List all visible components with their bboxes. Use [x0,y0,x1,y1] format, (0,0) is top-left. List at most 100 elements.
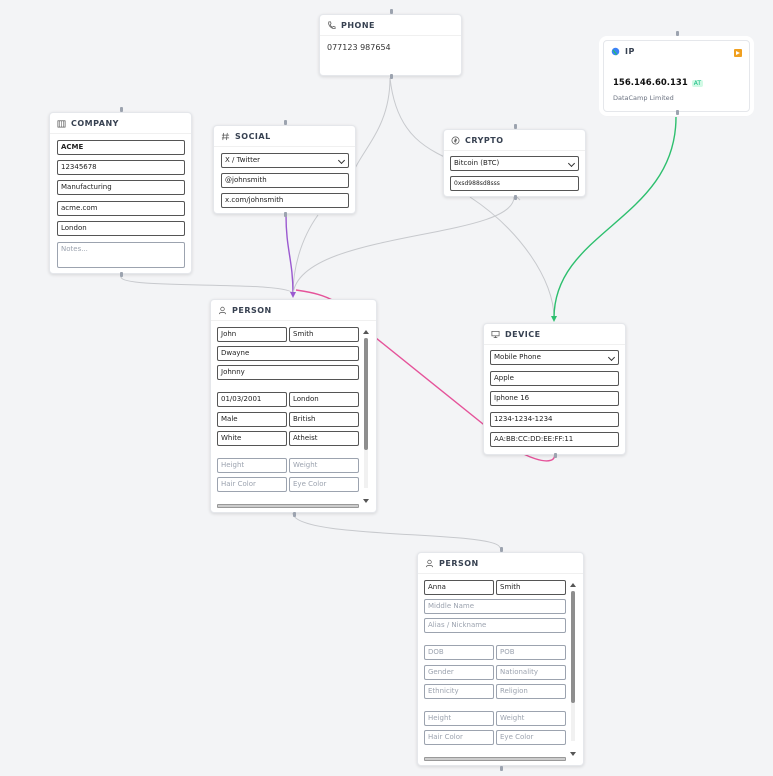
crypto-address-field[interactable]: 0xsd988sd8sss [450,176,579,191]
person1-middle-field[interactable]: Dwayne [217,346,359,361]
globe-icon [611,47,620,55]
edge-company-person [120,276,294,295]
phone-handle-top[interactable] [390,9,393,14]
device-mac-field[interactable]: AA:BB:CC:DD:EE:FF:11 [490,432,619,447]
person1-weight-field[interactable]: Weight [289,458,359,473]
person2-first-field[interactable]: Anna [424,580,494,595]
person2-section-bar [424,757,566,761]
person1-title: PERSON [232,305,272,315]
ip-country-badge: AT [691,79,704,87]
edge-arrow-person [290,292,296,298]
ip-address-row: 156.146.60.131 AT [613,78,704,88]
person1-handle-bottom[interactable] [293,512,296,517]
company-industry-field[interactable]: Manufacturing [57,180,185,195]
person1-nationality-field[interactable]: British [289,412,359,427]
person1-eye-field[interactable]: Eye Color [289,477,359,492]
person1-alias-field[interactable]: Johnny [217,365,359,380]
person-node-anna[interactable]: PERSON Anna Smith Middle Name Alias / Ni… [417,547,584,771]
social-node[interactable]: SOCIAL X / Twitter @johnsmith x.com/john… [213,120,356,217]
social-platform-select[interactable]: X / Twitter [221,153,349,168]
company-website-field[interactable]: acme.com [57,201,185,216]
person2-gender-field[interactable]: Gender [424,665,494,680]
edge-social-person [285,214,294,295]
person1-first-field[interactable]: John [217,327,287,342]
person2-hair-field[interactable]: Hair Color [424,730,494,745]
person1-height-field[interactable]: Height [217,458,287,473]
person2-height-field[interactable]: Height [424,711,494,726]
ip-title: IP [625,46,635,56]
person2-handle-top[interactable] [500,547,503,552]
person1-section-bar [217,504,359,508]
person1-scroll-thumb[interactable] [364,338,368,450]
person-icon [218,306,227,314]
company-notes-field[interactable]: Notes... [57,242,185,268]
crypto-handle-bottom[interactable] [514,195,517,200]
person-node-john[interactable]: PERSON John Smith Dwayne Johnny 01/03/20… [210,299,377,517]
person2-title: PERSON [439,558,479,568]
device-type-select[interactable]: Mobile Phone [490,350,619,365]
ip-handle-bottom[interactable] [676,110,679,115]
coin-icon [451,136,460,144]
play-icon[interactable] [734,49,742,57]
person2-middle-field[interactable]: Middle Name [424,599,566,614]
person2-scroll-up[interactable] [570,583,576,587]
device-model-field[interactable]: Iphone 16 [490,391,619,406]
ip-address[interactable]: 156.146.60.131 [613,78,688,88]
edge-person-person [292,512,501,549]
person2-scroll-down[interactable] [570,752,576,756]
ip-handle-top[interactable] [676,31,679,36]
company-number-field[interactable]: 12345678 [57,160,185,175]
social-title: SOCIAL [235,131,271,141]
person2-eye-field[interactable]: Eye Color [496,730,566,745]
company-handle-top[interactable] [120,107,123,112]
social-url-field[interactable]: x.com/johnsmith [221,193,349,208]
person2-header: PERSON [418,553,583,574]
person2-scroll-thumb[interactable] [571,591,575,703]
device-node[interactable]: DEVICE Mobile Phone Apple Iphone 16 1234… [483,323,626,458]
person2-nationality-field[interactable]: Nationality [496,665,566,680]
person1-religion-field[interactable]: Atheist [289,431,359,446]
company-header: COMPANY [50,113,191,134]
person1-dob-field[interactable]: 01/03/2001 [217,392,287,407]
ip-node[interactable]: IP 156.146.60.131 AT DataCamp Limited [603,31,750,115]
phone-icon [328,21,336,29]
crypto-currency-select[interactable]: Bitcoin (BTC) [450,156,579,171]
hash-icon [221,132,230,140]
device-handle-bottom[interactable] [554,453,557,458]
company-location-field[interactable]: London [57,221,185,236]
company-node[interactable]: COMPANY ACME 12345678 Manufacturing acme… [49,107,192,277]
person1-pob-field[interactable]: London [289,392,359,407]
phone-node[interactable]: PHONE 077123 987654 [319,9,462,79]
person2-weight-field[interactable]: Weight [496,711,566,726]
company-handle-bottom[interactable] [120,272,123,277]
social-handle-top[interactable] [284,120,287,125]
crypto-handle-top[interactable] [514,124,517,129]
person2-last-field[interactable]: Smith [496,580,566,595]
person2-handle-bottom[interactable] [500,766,503,771]
company-name-field[interactable]: ACME [57,140,185,155]
person2-pob-field[interactable]: POB [496,645,566,660]
person1-ethnicity-field[interactable]: White [217,431,287,446]
person1-hair-field[interactable]: Hair Color [217,477,287,492]
social-handle-bottom[interactable] [284,212,287,217]
building-icon [57,119,66,127]
person1-scroll-down[interactable] [363,499,369,503]
social-handle-field[interactable]: @johnsmith [221,173,349,188]
crypto-node[interactable]: CRYPTO Bitcoin (BTC) 0xsd988sd8sss [443,124,586,200]
person1-gender-field[interactable]: Male [217,412,287,427]
person1-scroll-up[interactable] [363,330,369,334]
person2-alias-field[interactable]: Alias / Nickname [424,618,566,633]
person2-religion-field[interactable]: Religion [496,684,566,699]
person2-dob-field[interactable]: DOB [424,645,494,660]
phone-header: PHONE [320,15,461,36]
person1-last-field[interactable]: Smith [289,327,359,342]
edge-phone-social [349,77,391,181]
device-make-field[interactable]: Apple [490,371,619,386]
device-imei-field[interactable]: 1234-1234-1234 [490,412,619,427]
phone-title: PHONE [341,20,376,30]
ip-header: IP [604,41,749,61]
phone-number[interactable]: 077123 987654 [327,43,391,52]
phone-handle-bottom[interactable] [390,74,393,79]
person2-ethnicity-field[interactable]: Ethnicity [424,684,494,699]
edge-social-person-grey [292,214,319,295]
